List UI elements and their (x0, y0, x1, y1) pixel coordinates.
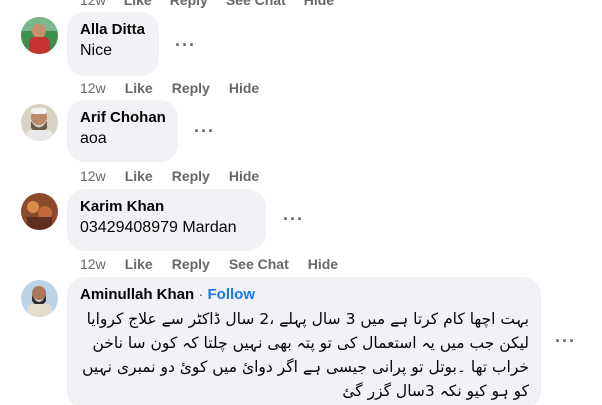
more-options-icon[interactable]: ··· (555, 332, 576, 350)
comment-author-line: Aminullah Khan · Follow (80, 285, 529, 305)
comment-bubble: Arif Chohan aoa (67, 100, 178, 162)
comment-text: 03429408979 Mardan (80, 219, 237, 236)
like-button[interactable]: Like (124, 0, 152, 8)
avatar-image (21, 280, 58, 317)
comments-section: 12w Like Reply See Chat Hide Alla Ditta … (0, 0, 602, 405)
hide-button[interactable]: Hide (308, 255, 338, 273)
comment-actions: 12w Like Reply Hide (80, 79, 278, 97)
comment-text: Nice (80, 42, 113, 59)
comment-time: 12w (80, 80, 106, 96)
previous-comment-actions: 12w Like Reply See Chat Hide (80, 0, 352, 8)
comment-actions: 12w Like Reply See Chat Hide (80, 255, 357, 273)
separator-dot: · (198, 286, 204, 303)
comment-bubble: Aminullah Khan · Follow بہت اچھا کام کرت… (67, 277, 541, 405)
comment-author[interactable]: Karim Khan (80, 197, 254, 217)
like-button[interactable]: Like (125, 79, 153, 97)
comment-bubble: Karim Khan 03429408979 Mardan (67, 189, 266, 251)
more-options-icon[interactable]: ··· (194, 122, 215, 140)
hide-button[interactable]: Hide (304, 0, 334, 8)
reply-button[interactable]: Reply (170, 0, 208, 8)
more-options-icon[interactable]: ··· (175, 36, 196, 54)
reply-button[interactable]: Reply (172, 79, 210, 97)
comment-author[interactable]: Arif Chohan (80, 108, 166, 128)
like-button[interactable]: Like (125, 255, 153, 273)
comment-time: 12w (80, 168, 106, 184)
comment-time: 12w (80, 0, 106, 8)
follow-button[interactable]: Follow (208, 286, 256, 303)
comment-text: بہت اچھا کام کرتا ہے میں 3 سال پہلے ،2 س… (82, 310, 529, 400)
avatar[interactable] (21, 193, 58, 230)
comment-actions: 12w Like Reply Hide (80, 167, 278, 185)
comment-time: 12w (80, 256, 106, 272)
avatar-image (21, 104, 58, 141)
hide-button[interactable]: Hide (229, 79, 259, 97)
reply-button[interactable]: Reply (172, 167, 210, 185)
like-button[interactable]: Like (125, 167, 153, 185)
avatar-image (21, 17, 58, 54)
hide-button[interactable]: Hide (229, 167, 259, 185)
comment-bubble: Alla Ditta Nice (67, 12, 159, 76)
reply-button[interactable]: Reply (172, 255, 210, 273)
see-chat-button[interactable]: See Chat (226, 0, 286, 8)
more-options-icon[interactable]: ··· (283, 210, 304, 228)
avatar-image (21, 193, 58, 230)
comment-text: aoa (80, 130, 107, 147)
see-chat-button[interactable]: See Chat (229, 255, 289, 273)
avatar[interactable] (21, 280, 58, 317)
avatar[interactable] (21, 17, 58, 54)
comment-author[interactable]: Alla Ditta (80, 20, 147, 40)
avatar[interactable] (21, 104, 58, 141)
comment-author[interactable]: Aminullah Khan (80, 286, 194, 303)
